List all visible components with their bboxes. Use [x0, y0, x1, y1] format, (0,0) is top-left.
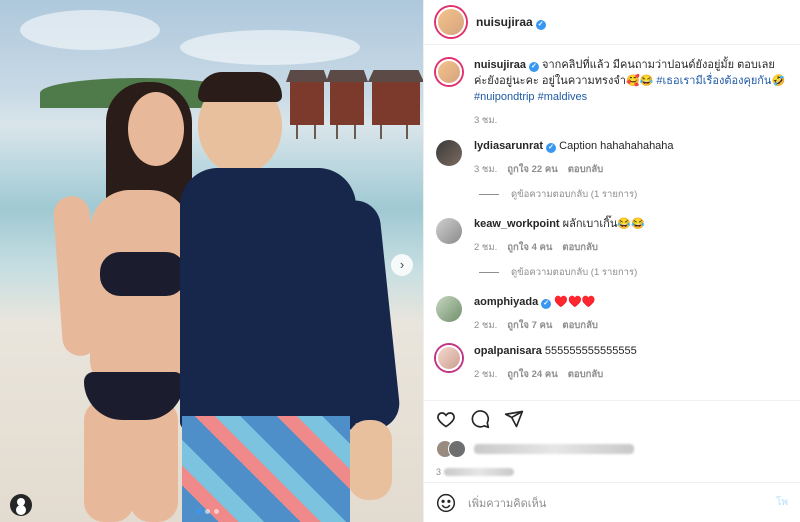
comment-username[interactable]: aomphiyada ✓ [474, 296, 552, 309]
avatar[interactable] [436, 345, 462, 371]
comment-time: 2 ชม. [474, 369, 498, 380]
heart-icon[interactable] [436, 409, 456, 429]
comment-likes[interactable]: ถูกใจ 24 คน [507, 367, 557, 382]
comment-username[interactable]: lydiasarunrat ✓ [474, 140, 557, 153]
man-rash-guard [180, 168, 356, 430]
verified-icon: ✓ [535, 19, 546, 30]
carousel-dot [196, 509, 201, 514]
post-comment-button[interactable]: โพ [776, 495, 788, 510]
comment-text: 555555555555555 [544, 345, 637, 357]
chevron-right-icon[interactable]: › [391, 254, 413, 276]
avatar [448, 440, 466, 458]
comment-text: ผลักเบาเกิ๊น😂😂 [562, 218, 645, 230]
carousel-dot [205, 509, 210, 514]
comment: opalpanisara 555555555555555 2 ชม. ถูกใจ … [436, 343, 788, 382]
reply-button[interactable]: ตอบกลับ [562, 318, 598, 333]
water-villa [290, 80, 324, 139]
cloud [180, 30, 360, 65]
comment-text: Caption hahahahahaha [559, 140, 674, 152]
comment-likes[interactable]: ถูกใจ 22 คน [507, 162, 557, 177]
avatar[interactable] [436, 140, 462, 166]
verified-icon: ✓ [546, 143, 557, 153]
water-villa [372, 80, 420, 139]
comment-username[interactable]: opalpanisara [474, 345, 542, 357]
post-time: 3 [424, 462, 800, 482]
comment-username[interactable]: keaw_workpoint [474, 218, 560, 230]
instagram-post: › nuisujiraa ✓ nuisujiraa ✓ จากคลิปที่แล้ว… [0, 0, 800, 522]
caption-hashtag[interactable]: #nuipondtrip #maldives [474, 91, 587, 103]
verified-icon: ✓ [528, 62, 539, 72]
view-replies-button[interactable]: ดูข้อความตอบกลับ (1 รายการ) [479, 187, 788, 202]
comment-time: 2 ชม. [474, 242, 498, 253]
woman-face [128, 92, 184, 166]
reply-button[interactable]: ตอบกลับ [568, 162, 604, 177]
reply-button[interactable]: ตอบกลับ [568, 367, 604, 382]
liked-by[interactable] [424, 436, 800, 462]
reply-button[interactable]: ตอบกลับ [562, 240, 598, 255]
comment-likes[interactable]: ถูกใจ 4 คน [507, 240, 552, 255]
avatar[interactable] [436, 296, 462, 322]
caption-hashtag[interactable]: #เธอเรามีเรื่องต้องคุยกัน🤣 [656, 75, 785, 87]
comment: keaw_workpoint ผลักเบาเกิ๊น😂😂 2 ชม. ถูกใจ… [436, 216, 788, 255]
man-swim-shorts [182, 416, 350, 522]
man-hair [198, 72, 282, 102]
carousel-dots [196, 509, 219, 514]
water-villa [330, 80, 364, 139]
view-replies-button[interactable]: ดูข้อความตอบกลับ (1 รายการ) [479, 265, 788, 280]
post-time-blurred [444, 468, 515, 476]
user-tag-icon[interactable] [10, 494, 32, 516]
share-icon[interactable] [504, 409, 524, 429]
caption: nuisujiraa ✓ จากคลิปที่แล้ว มีคนถามว่าปอน… [436, 57, 788, 128]
post-side-panel: nuisujiraa ✓ nuisujiraa ✓ จากคลิปที่แล้ว ม… [423, 0, 800, 522]
comment-time: 2 ชม. [474, 320, 498, 331]
cloud [20, 10, 160, 50]
post-actions [424, 400, 800, 436]
emoji-icon[interactable] [436, 493, 456, 513]
post-header: nuisujiraa ✓ [424, 0, 800, 45]
man-hand [348, 420, 392, 500]
comment: lydiasarunrat ✓ Caption hahahahahaha 3 ชม… [436, 138, 788, 177]
avatar[interactable] [436, 59, 462, 85]
add-comment-input[interactable]: เพิ่มความคิดเห็น [468, 494, 546, 512]
post-photo[interactable]: › [0, 0, 423, 522]
caption-time: 3 ชม. [474, 115, 498, 126]
carousel-dot [214, 509, 219, 514]
comments-list: nuisujiraa ✓ จากคลิปที่แล้ว มีคนถามว่าปอน… [424, 45, 800, 400]
caption-username[interactable]: nuisujiraa ✓ [474, 59, 539, 72]
bikini-top [100, 252, 186, 296]
liked-by-blurred [474, 444, 634, 454]
post-username[interactable]: nuisujiraa ✓ [476, 15, 546, 30]
avatar[interactable] [436, 218, 462, 244]
comment-text: ♥️♥️♥️ [554, 296, 596, 308]
verified-icon: ✓ [541, 299, 552, 309]
comment-time: 3 ชม. [474, 164, 498, 175]
avatar[interactable] [436, 7, 466, 37]
add-comment-bar: เพิ่มความคิดเห็น โพ [424, 482, 800, 522]
comment-icon[interactable] [470, 409, 490, 429]
comment: aomphiyada ✓ ♥️♥️♥️ 2 ชม. ถูกใจ 7 คน ตอบกลั… [436, 294, 788, 333]
comment-likes[interactable]: ถูกใจ 7 คน [507, 318, 552, 333]
